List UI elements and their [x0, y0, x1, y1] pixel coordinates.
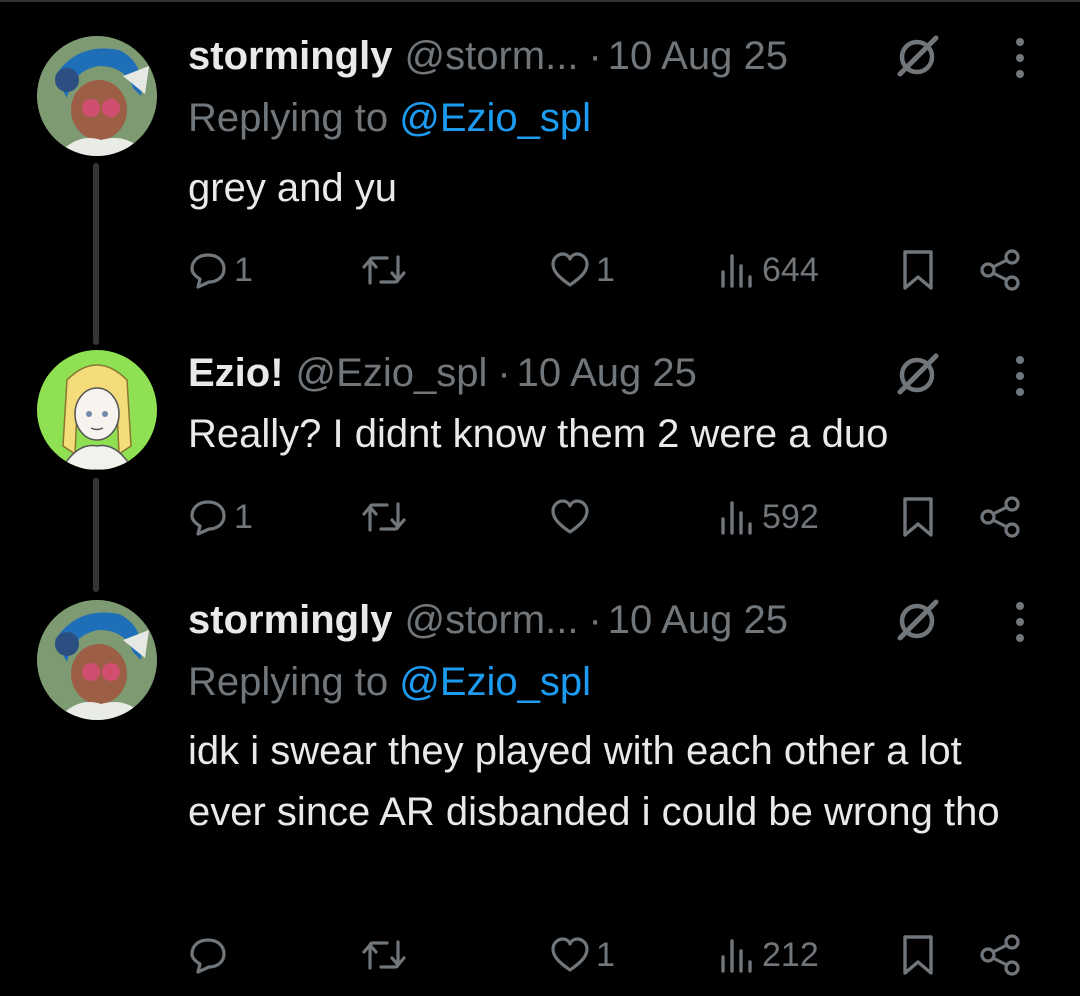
post-text: Really? I didnt know them 2 were a duo — [188, 412, 889, 456]
like-count: 1 — [596, 935, 615, 974]
share-button[interactable] — [978, 246, 1024, 294]
share-icon — [980, 934, 1020, 976]
mention-link[interactable]: @Ezio_spl — [399, 660, 591, 704]
views-button[interactable]: 644 — [718, 246, 819, 294]
repost-button[interactable] — [360, 246, 414, 294]
bookmark-icon — [903, 935, 933, 975]
like-button[interactable] — [550, 493, 596, 541]
like-count: 1 — [596, 250, 615, 289]
user-handle[interactable]: @Ezio_spl — [296, 351, 488, 396]
post-text: idk i swear they played with each other … — [188, 729, 1000, 834]
replying-prefix: Replying to — [188, 96, 400, 140]
like-icon — [551, 937, 589, 972]
reply-count: 1 — [234, 497, 253, 536]
reply-button[interactable] — [188, 931, 234, 979]
bookmark-button[interactable] — [900, 493, 936, 541]
replying-prefix: Replying to — [188, 660, 400, 704]
reply-button[interactable]: 1 — [188, 246, 253, 294]
grok-icon[interactable] — [896, 34, 940, 78]
post-header: stormingly @storm... · 10 Aug 25 — [188, 28, 788, 84]
separator-dot: · — [588, 33, 602, 78]
display-name[interactable]: stormingly — [188, 34, 392, 79]
reply-count: 1 — [234, 250, 253, 289]
post-header: stormingly @storm... · 10 Aug 25 — [188, 592, 788, 648]
repost-button[interactable] — [360, 931, 414, 979]
reply-button[interactable]: 1 — [188, 493, 253, 541]
top-divider — [0, 0, 1080, 2]
view-count: 212 — [762, 935, 819, 974]
like-icon — [551, 499, 589, 534]
like-button[interactable]: 1 — [550, 931, 615, 979]
share-icon — [980, 249, 1020, 291]
reply-icon — [190, 500, 226, 536]
views-icon — [721, 501, 752, 535]
repost-button[interactable] — [360, 493, 414, 541]
share-icon — [980, 496, 1020, 538]
reply-icon — [190, 938, 226, 974]
post-header: Ezio! @Ezio_spl · 10 Aug 25 — [188, 345, 697, 401]
view-count: 592 — [762, 497, 819, 536]
action-bar: 1 1 644 — [188, 246, 1028, 294]
grok-icon[interactable] — [896, 598, 940, 642]
share-button[interactable] — [978, 493, 1024, 541]
views-icon — [721, 254, 752, 288]
bookmark-icon — [903, 497, 933, 537]
repost-icon — [362, 502, 406, 532]
view-count: 644 — [762, 250, 819, 289]
views-button[interactable]: 212 — [718, 931, 819, 979]
grok-icon[interactable] — [896, 352, 940, 396]
action-bar: 1 592 — [188, 493, 1028, 541]
replying-to: Replying to @Ezio_spl — [188, 660, 591, 705]
user-handle[interactable]: @storm... — [404, 34, 578, 79]
views-button[interactable]: 592 — [718, 493, 819, 541]
bookmark-icon — [903, 250, 933, 290]
post-text: grey and yu — [188, 166, 398, 210]
more-icon[interactable] — [1012, 36, 1028, 80]
reply-icon — [190, 253, 226, 289]
separator-dot: · — [588, 597, 602, 642]
bookmark-button[interactable] — [900, 931, 936, 979]
action-bar: 1 212 — [188, 931, 1028, 979]
like-button[interactable]: 1 — [550, 246, 615, 294]
thread-line — [93, 478, 99, 592]
display-name[interactable]: stormingly — [188, 598, 392, 643]
user-handle[interactable]: @storm... — [404, 598, 578, 643]
replying-to: Replying to @Ezio_spl — [188, 96, 591, 141]
avatar[interactable] — [37, 36, 157, 156]
more-icon[interactable] — [1012, 600, 1028, 644]
avatar[interactable] — [37, 600, 157, 720]
post-date[interactable]: 10 Aug 25 — [608, 34, 788, 79]
avatar[interactable] — [37, 350, 157, 470]
display-name[interactable]: Ezio! — [188, 351, 284, 396]
views-icon — [721, 939, 752, 973]
separator-dot: · — [497, 350, 511, 395]
bookmark-button[interactable] — [900, 246, 936, 294]
mention-link[interactable]: @Ezio_spl — [399, 96, 591, 140]
post-date[interactable]: 10 Aug 25 — [608, 598, 788, 643]
share-button[interactable] — [978, 931, 1024, 979]
more-icon[interactable] — [1012, 354, 1028, 398]
thread-line — [93, 163, 99, 345]
post-date[interactable]: 10 Aug 25 — [517, 351, 697, 396]
like-icon — [551, 252, 589, 287]
repost-icon — [362, 255, 406, 285]
repost-icon — [362, 940, 406, 970]
